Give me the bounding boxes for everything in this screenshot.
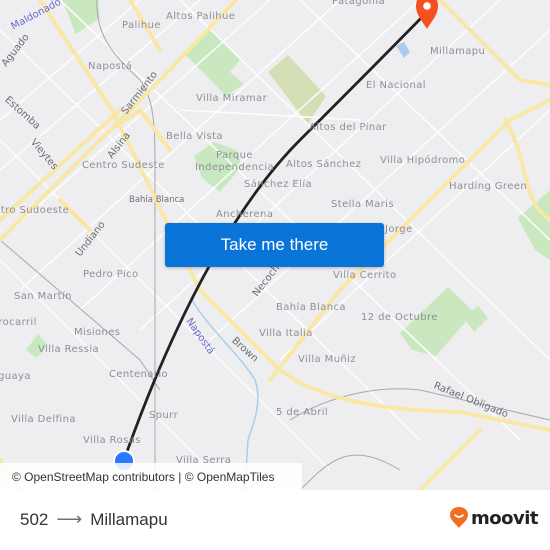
route-summary: 502 ⟶ Millamapu [20,509,168,530]
place-label: Centro Sudeste [82,160,165,171]
place-label: Independencia [195,162,275,173]
place-label: Centenario [109,369,169,380]
place-label: San Martín [14,291,72,302]
map-view[interactable]: Palihue Altos Palihue Patagonia Millamapu Na… [0,0,550,490]
place-label: Palihue [122,20,161,31]
moovit-logo: moovit [449,507,539,529]
place-label: Villa Ressia [38,344,100,355]
place-label: Altos Palihue [166,11,236,22]
place-label: ntro Sudoeste [0,205,70,216]
footer-bar: 502 ⟶ Millamapu moovit [0,490,550,550]
park [62,0,100,34]
place-label: Jorge [385,224,413,235]
place-label: 12 de Octubre [361,312,438,323]
place-label: Altos Sánchez [286,159,362,170]
place-label: Parque [216,150,253,161]
destination-pin-icon [416,0,438,29]
place-label: Bahía Blanca [129,195,185,205]
place-label: Villa Cerrito [333,270,397,281]
park [184,28,244,96]
place-label: rrocarril [0,317,37,328]
place-label: Bahía Blanca [276,302,346,313]
place-label: Villa Delfina [11,414,76,425]
place-label: Villa Rosas [83,435,141,446]
place-label: Stella Maris [331,199,394,210]
route-destination: Millamapu [90,509,168,529]
place-label: Spurr [149,410,179,421]
place-label: Harding Green [449,181,528,192]
place-label: Villa Miramar [196,93,268,104]
place-label: guaya [0,371,31,382]
take-me-there-button[interactable]: Take me there [165,223,384,267]
place-label: Misiones [74,327,121,338]
place-label: Villa Muñiz [298,354,356,365]
place-label: Millamapu [430,46,486,57]
route-number: 502 [20,509,49,529]
arrow-right-icon: ⟶ [56,509,83,529]
moovit-pin-icon [450,507,468,528]
water [396,42,410,58]
place-label: Altos del Pinar [309,122,387,133]
place-label: El Nacional [366,80,426,91]
brand-name: moovit [471,507,539,529]
map-attribution[interactable]: © OpenStreetMap contributors | © OpenMap… [0,463,302,490]
place-label: Villa Hipódromo [380,155,466,166]
place-label: Ancherena [216,209,274,220]
place-label: Patagonia [332,0,386,7]
place-label: Bella Vista [166,131,223,142]
place-label: Napostá [88,61,133,72]
place-label: Sánchez Elía [244,179,313,190]
place-label: Villa Italia [259,328,313,339]
place-label: Pedro Pico [83,269,139,280]
place-label: 5 de Abril [276,407,329,418]
